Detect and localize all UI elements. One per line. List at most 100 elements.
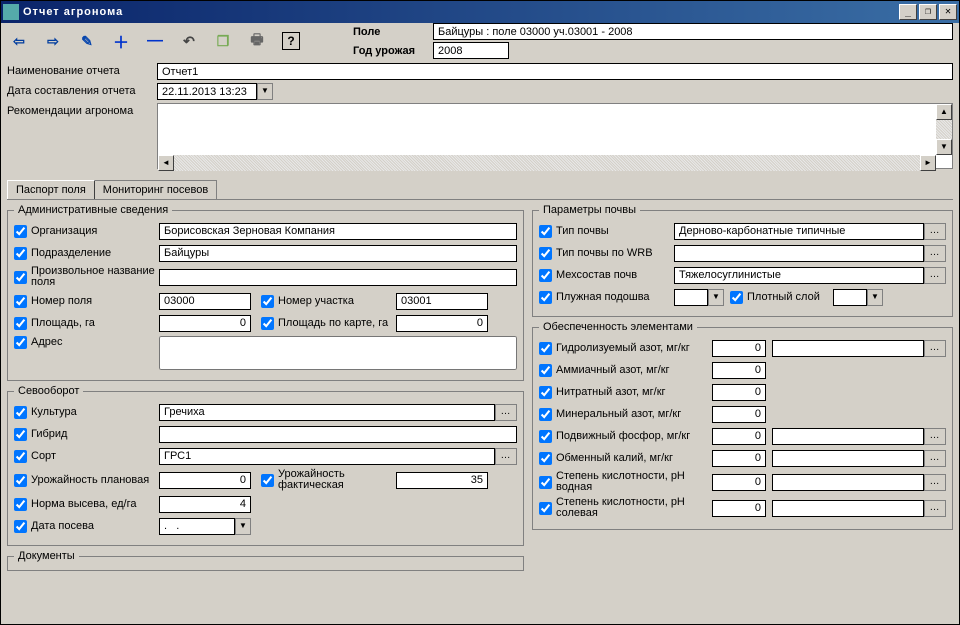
phw-check[interactable] [539, 476, 552, 489]
phw-ellipsis[interactable]: … [924, 474, 946, 491]
soiltype-input[interactable] [674, 223, 924, 240]
tab-passport[interactable]: Паспорт поля [7, 180, 95, 199]
fieldnum-check[interactable] [14, 295, 27, 308]
wrb-check[interactable] [539, 247, 552, 260]
mech-ellipsis[interactable]: … [924, 267, 946, 284]
sort-ellipsis[interactable]: … [495, 448, 517, 465]
sort-input[interactable] [159, 448, 495, 465]
ammon-input[interactable] [712, 362, 766, 379]
phos-input[interactable] [712, 428, 766, 445]
nitrate-input[interactable] [712, 384, 766, 401]
fieldnum-input[interactable] [159, 293, 251, 310]
mineral-check[interactable] [539, 408, 552, 421]
arbname-input[interactable] [159, 269, 517, 286]
culture-check[interactable] [14, 406, 27, 419]
hydron-ellipsis[interactable]: … [924, 340, 946, 357]
forward-button[interactable]: ⇨ [41, 29, 65, 53]
add-button[interactable]: ＋ [109, 29, 133, 53]
seed-check[interactable] [14, 498, 27, 511]
report-name-input[interactable] [157, 63, 953, 80]
date-dropdown-button[interactable]: ▼ [257, 83, 273, 100]
plotnum-check[interactable] [261, 295, 274, 308]
scroll-up-icon[interactable]: ▲ [936, 104, 952, 120]
plough-dropdown[interactable]: ▼ [708, 289, 724, 306]
subdiv-input[interactable] [159, 245, 517, 262]
hscrollbar[interactable]: ◄ ► [158, 155, 936, 171]
copy-button[interactable]: ❐ [211, 29, 235, 53]
soiltype-ellipsis[interactable]: … [924, 223, 946, 240]
kalium-input[interactable] [712, 450, 766, 467]
undo-button[interactable]: ↶ [177, 29, 201, 53]
hscroll-track[interactable] [174, 155, 920, 171]
hydron-class[interactable] [772, 340, 924, 357]
scroll-left-icon[interactable]: ◄ [158, 155, 174, 171]
yplan-check[interactable] [14, 474, 27, 487]
phs-class[interactable] [772, 500, 924, 517]
maparea-check[interactable] [261, 317, 274, 330]
org-input[interactable] [159, 223, 517, 240]
back-button[interactable]: ⇦ [7, 29, 31, 53]
help-button[interactable]: ? [279, 29, 303, 53]
culture-ellipsis[interactable]: … [495, 404, 517, 421]
hydron-input[interactable] [712, 340, 766, 357]
mech-input[interactable] [674, 267, 924, 284]
kalium-ellipsis[interactable]: … [924, 450, 946, 467]
scroll-down-icon[interactable]: ▼ [936, 139, 952, 155]
maparea-input[interactable] [396, 315, 488, 332]
soiltype-check[interactable] [539, 225, 552, 238]
org-check[interactable] [14, 225, 27, 238]
culture-input[interactable] [159, 404, 495, 421]
nitrate-check[interactable] [539, 386, 552, 399]
phos-class[interactable] [772, 428, 924, 445]
sort-check[interactable] [14, 450, 27, 463]
harvest-year-input[interactable] [433, 42, 509, 59]
hybrid-input[interactable] [159, 426, 517, 443]
sowdate-check[interactable] [14, 520, 27, 533]
phw-class[interactable] [772, 474, 924, 491]
scroll-track[interactable] [936, 120, 952, 139]
addr-input[interactable] [159, 336, 517, 370]
field-input[interactable] [433, 23, 953, 40]
yfact-input[interactable] [396, 472, 488, 489]
arbname-check[interactable] [14, 271, 27, 284]
area-input[interactable] [159, 315, 251, 332]
area-check[interactable] [14, 317, 27, 330]
tab-monitoring[interactable]: Мониторинг посевов [94, 180, 217, 199]
hydron-check[interactable] [539, 342, 552, 355]
yplan-input[interactable] [159, 472, 251, 489]
mineral-input[interactable] [712, 406, 766, 423]
sowdate-dropdown[interactable]: ▼ [235, 518, 251, 535]
plotnum-input[interactable] [396, 293, 488, 310]
close-button[interactable]: ✕ [939, 4, 957, 20]
restore-button[interactable]: ❐ [919, 4, 937, 20]
scroll-right-icon[interactable]: ► [920, 155, 936, 171]
remove-button[interactable]: — [143, 29, 167, 53]
phs-input[interactable] [712, 500, 766, 517]
phos-check[interactable] [539, 430, 552, 443]
plough-check[interactable] [539, 291, 552, 304]
yfact-check[interactable] [261, 474, 274, 487]
phs-ellipsis[interactable]: … [924, 500, 946, 517]
subdiv-check[interactable] [14, 247, 27, 260]
wrb-input[interactable] [674, 245, 924, 262]
dense-check[interactable] [730, 291, 743, 304]
vscrollbar[interactable]: ▲ ▼ [936, 104, 952, 155]
sowdate-input[interactable] [159, 518, 235, 535]
hybrid-check[interactable] [14, 428, 27, 441]
minimize-button[interactable]: _ [899, 4, 917, 20]
plough-input[interactable] [674, 289, 708, 306]
phs-check[interactable] [539, 502, 552, 515]
phw-input[interactable] [712, 474, 766, 491]
wrb-ellipsis[interactable]: … [924, 245, 946, 262]
dense-input[interactable] [833, 289, 867, 306]
kalium-check[interactable] [539, 452, 552, 465]
phos-ellipsis[interactable]: … [924, 428, 946, 445]
seed-input[interactable] [159, 496, 251, 513]
mech-check[interactable] [539, 269, 552, 282]
addr-check[interactable] [14, 336, 27, 349]
edit-button[interactable]: ✎ [75, 29, 99, 53]
ammon-check[interactable] [539, 364, 552, 377]
dense-dropdown[interactable]: ▼ [867, 289, 883, 306]
print-button[interactable]: 🖶 [245, 29, 269, 53]
kalium-class[interactable] [772, 450, 924, 467]
